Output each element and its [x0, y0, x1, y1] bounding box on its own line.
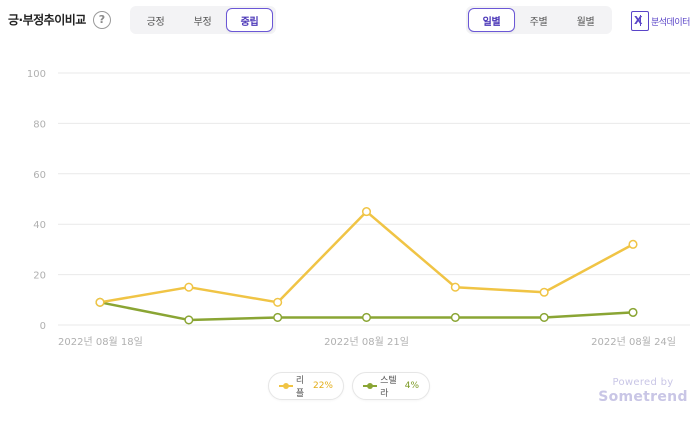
excel-icon-glyph: X [634, 14, 643, 27]
legend-stellar-name: 스텔라 [380, 376, 397, 399]
data-point-ripple [539, 287, 549, 297]
tab-negative[interactable]: 부정 [179, 8, 226, 32]
legend-item-ripple[interactable]: 리플 22% [268, 372, 344, 400]
data-point-stellar [361, 312, 372, 322]
legend-item-stellar[interactable]: 스텔라 4% [352, 372, 430, 400]
data-point-ripple [361, 207, 372, 217]
data-point-ripple [184, 282, 194, 292]
sentiment-tab-group: 긍정 부정 중립 [130, 6, 276, 34]
data-point-ripple [450, 282, 460, 292]
page-title: 긍·부정추이비교 [8, 13, 86, 27]
x-tick-label: 2022년 08월 18일 [58, 336, 143, 348]
y-tick-label: 0 [40, 321, 46, 332]
x-tick-label: 2022년 08월 24일 [591, 336, 676, 348]
tab-monthly[interactable]: 월별 [562, 8, 609, 32]
series-line-ripple [99, 210, 634, 304]
y-tick-label: 100 [27, 69, 46, 80]
data-point-stellar [539, 312, 549, 322]
legend-ripple-share: 22% [312, 381, 333, 391]
legend-ripple-marker-icon [279, 382, 293, 390]
export-data-label: 분석데이터 [651, 17, 690, 28]
tab-daily[interactable]: 일별 [468, 8, 515, 32]
period-tab-group: 일별 주별 월별 [466, 6, 612, 34]
tab-neutral[interactable]: 중립 [226, 8, 273, 32]
y-tick-label: 60 [33, 170, 46, 181]
x-tick-label: 2022년 08월 21일 [324, 336, 409, 348]
y-tick-label: 40 [33, 220, 46, 231]
tab-weekly[interactable]: 주별 [515, 8, 562, 32]
y-tick-label: 80 [33, 119, 46, 130]
powered-by-logo: Powered by Sometrend [598, 377, 688, 405]
data-point-stellar [184, 315, 194, 325]
brand-logo-text: Sometrend [598, 389, 688, 405]
top-bar: 긍·부정추이비교 ? 긍정 부정 중립 일별 주별 월별 X 분석데이터 [0, 0, 700, 40]
export-data-button[interactable]: X 분석데이터 [631, 10, 690, 32]
tab-positive[interactable]: 긍정 [132, 8, 179, 32]
legend-stellar-marker-icon [363, 382, 378, 390]
data-point-stellar [450, 312, 460, 322]
data-point-stellar [273, 312, 283, 322]
data-point-ripple [95, 297, 105, 307]
data-point-ripple [273, 297, 283, 307]
powered-by-text: Powered by [612, 377, 674, 388]
help-icon[interactable]: ? [93, 11, 111, 29]
excel-icon: X [631, 11, 649, 31]
data-point-ripple [628, 239, 638, 249]
y-tick-label: 20 [33, 271, 46, 282]
legend-stellar-share: 4% [404, 381, 419, 391]
legend-ripple-name: 리플 [295, 376, 305, 399]
data-point-stellar [628, 307, 638, 317]
trend-line-chart: 100 80 60 40 20 0 2022년 08월 18일 2022년 08월 21일 20… [27, 69, 690, 348]
